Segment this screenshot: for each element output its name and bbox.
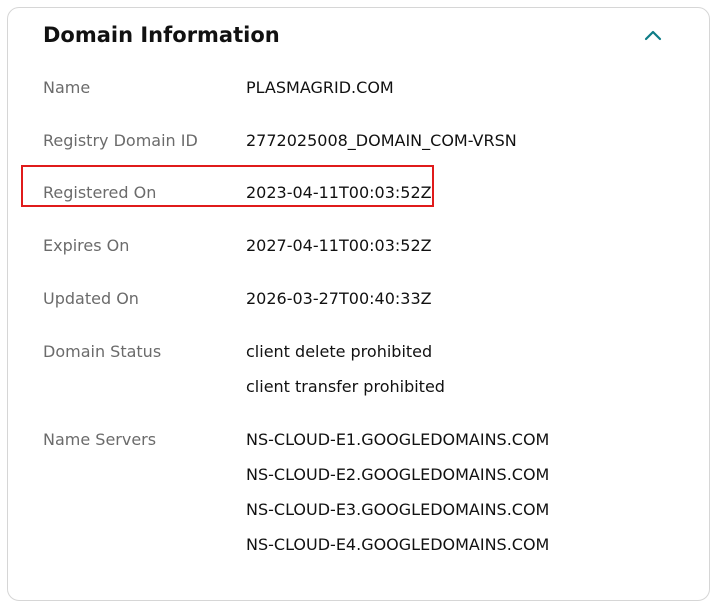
collapse-toggle-button[interactable] — [642, 24, 664, 46]
field-value-registry-domain-id: 2772025008_DOMAIN_COM-VRSN — [246, 131, 517, 150]
field-value-name: PLASMAGRID.COM — [246, 78, 394, 97]
chevron-up-icon — [644, 30, 662, 41]
field-value-expires-on: 2027-04-11T00:03:52Z — [246, 236, 432, 255]
field-value-list-name-servers: NS-CLOUD-E1.GOOGLEDOMAINS.COM NS-CLOUD-E… — [246, 428, 549, 568]
domain-information-card: Domain Information Name PLASMAGRID.COM R… — [7, 7, 710, 601]
field-label-expires-on: Expires On — [43, 236, 130, 255]
field-value-list-expires-on: 2027-04-11T00:03:52Z — [246, 234, 432, 258]
field-value-updated-on: 2026-03-27T00:40:33Z — [246, 289, 432, 308]
field-row-expires-on: Expires On 2027-04-11T00:03:52Z — [8, 234, 709, 258]
field-label-domain-status: Domain Status — [43, 342, 162, 361]
field-row-registered-on: Registered On 2023-04-11T00:03:52Z — [8, 181, 709, 205]
field-label-name: Name — [43, 78, 91, 97]
name-server-value: NS-CLOUD-E4.GOOGLEDOMAINS.COM — [246, 535, 550, 554]
name-server-value: NS-CLOUD-E3.GOOGLEDOMAINS.COM — [246, 500, 550, 519]
field-value-registered-on: 2023-04-11T00:03:52Z — [246, 183, 432, 202]
domain-status-value: client delete prohibited — [246, 342, 433, 361]
field-row-registry-domain-id: Registry Domain ID 2772025008_DOMAIN_COM… — [8, 129, 709, 153]
domain-status-value: client transfer prohibited — [246, 377, 445, 396]
field-label-updated-on: Updated On — [43, 289, 139, 308]
field-label-registered-on: Registered On — [43, 183, 157, 202]
name-server-value: NS-CLOUD-E1.GOOGLEDOMAINS.COM — [246, 430, 550, 449]
field-value-list-domain-status: client delete prohibited client transfer… — [246, 340, 445, 410]
field-row-domain-status: Domain Status client delete prohibited c… — [8, 340, 709, 396]
name-server-value: NS-CLOUD-E2.GOOGLEDOMAINS.COM — [246, 465, 550, 484]
field-value-list-name: PLASMAGRID.COM — [246, 76, 394, 100]
field-value-list-updated-on: 2026-03-27T00:40:33Z — [246, 287, 432, 311]
field-row-name: Name PLASMAGRID.COM — [8, 76, 709, 100]
field-value-list-registry-domain-id: 2772025008_DOMAIN_COM-VRSN — [246, 129, 517, 153]
field-value-list-registered-on: 2023-04-11T00:03:52Z — [246, 181, 432, 205]
field-label-name-servers: Name Servers — [43, 430, 157, 449]
field-row-updated-on: Updated On 2026-03-27T00:40:33Z — [8, 287, 709, 311]
section-title: Domain Information — [43, 23, 280, 47]
field-row-name-servers: Name Servers NS-CLOUD-E1.GOOGLEDOMAINS.C… — [8, 428, 709, 554]
field-label-registry-domain-id: Registry Domain ID — [43, 131, 198, 150]
